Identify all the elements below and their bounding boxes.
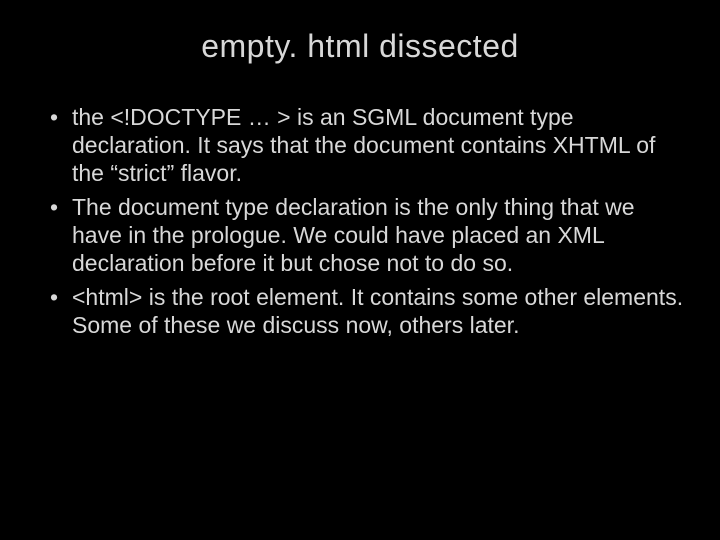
list-item: <html> is the root element. It contains …	[44, 283, 684, 339]
list-item: the <!DOCTYPE … > is an SGML document ty…	[44, 103, 684, 187]
slide: empty. html dissected the <!DOCTYPE … > …	[0, 0, 720, 540]
slide-title: empty. html dissected	[36, 28, 684, 65]
bullet-list: the <!DOCTYPE … > is an SGML document ty…	[36, 103, 684, 339]
list-item: The document type declaration is the onl…	[44, 193, 684, 277]
